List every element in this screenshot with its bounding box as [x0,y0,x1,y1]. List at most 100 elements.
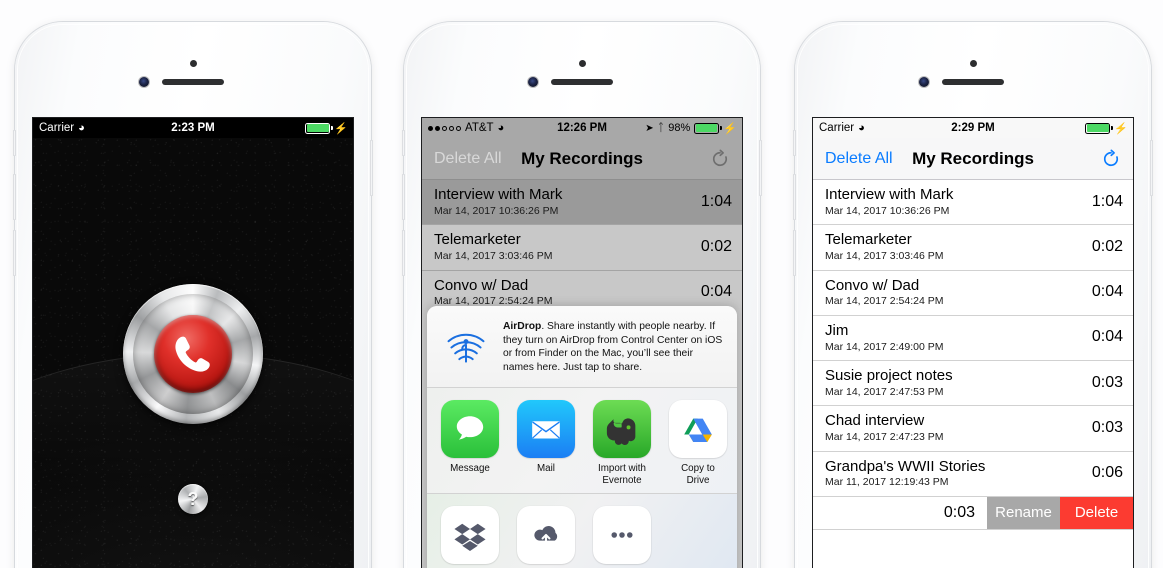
recording-date: Mar 14, 2017 10:36:26 PM [825,204,950,217]
earpiece-speaker [942,79,1004,85]
lightning-bolt-icon: ⚡ [1114,122,1128,135]
imessage-icon [441,400,499,459]
volume-down-button[interactable] [13,230,16,276]
record-screen-background: ? [33,138,353,568]
volume-up-button[interactable] [793,174,796,220]
evernote-icon [593,400,651,459]
delete-button[interactable]: Delete [1060,496,1133,529]
share-apps-row-2[interactable]: Save to Dropbox Add To iCloud Drive [427,493,737,568]
recording-date: Mar 14, 2017 2:54:24 PM [825,295,944,308]
help-button[interactable]: ? [178,484,208,514]
table-row[interactable]: Grandpa's WWII Stories Mar 11, 2017 12:1… [813,450,1133,496]
screen-1-record: Carrier ◕ 2:23 PM ⚡ ? [33,118,353,568]
share-app-more[interactable]: More [593,506,651,568]
battery-icon [305,123,334,134]
help-button-label: ? [187,488,199,509]
recording-date: Mar 14, 2017 2:49:00 PM [825,340,944,353]
refresh-button[interactable] [710,149,730,169]
mute-switch[interactable] [793,130,796,156]
iphone-device-1: Carrier ◕ 2:23 PM ⚡ ? [13,22,373,568]
battery-icon [694,123,723,134]
proximity-sensor-icon [190,60,197,67]
front-camera-icon [919,77,929,87]
volume-up-button[interactable] [402,174,405,220]
recording-title: Grandpa's WWII Stories [825,457,986,475]
statusbar-1: Carrier ◕ 2:23 PM ⚡ [33,118,353,138]
volume-down-button[interactable] [402,230,405,276]
share-app-label: Mail [537,463,555,475]
recording-title: Convo w/ Dad [825,276,920,294]
recordings-list-3[interactable]: Interview with Mark Mar 14, 2017 10:36:2… [813,180,1133,568]
navbar-3: Delete All My Recordings [813,138,1133,180]
lightning-bolt-icon: ⚡ [723,122,737,135]
recording-title: Telemarketer [434,231,521,249]
airdrop-icon [447,333,485,363]
recording-title: Interview with Mark [434,186,563,203]
table-row[interactable]: Telemarketer Mar 14, 2017 3:03:46 PM 0:0… [813,224,1133,269]
recording-duration: 0:06 [1091,464,1123,482]
table-row[interactable]: Chad interview Mar 14, 2017 2:47:23 PM 0… [813,405,1133,450]
recording-title: Chad interview [825,412,925,430]
table-row[interactable]: Convo w/ Dad Mar 14, 2017 2:54:24 PM 0:0… [813,269,1133,315]
recording-title: Interview with Mark [825,186,954,203]
share-app-evernote[interactable]: Import with Evernote [593,400,651,487]
recording-date: Mar 14, 2017 3:03:46 PM [434,249,553,262]
statusbar-2: AT&T ◕ 12:26 PM ➤ ᛏ 98% ⚡ [422,118,742,138]
recording-duration: 0:02 [700,237,732,255]
earpiece-speaker [162,79,224,85]
recording-date: Mar 14, 2017 2:47:23 PM [825,431,944,444]
power-button[interactable] [1150,140,1153,196]
device-top-sensors [795,22,1151,118]
recording-duration: 0:03 [813,496,987,529]
share-app-drive[interactable]: Copy to Drive [669,400,727,487]
delete-all-button[interactable]: Delete All [825,150,893,168]
recording-duration: 1:04 [1091,192,1123,210]
device-top-sensors [15,22,371,118]
recording-date: Mar 14, 2017 2:47:53 PM [825,385,944,398]
mute-switch[interactable] [402,130,405,156]
recording-duration: 0:04 [1091,328,1123,346]
recording-duration: 0:04 [700,283,732,301]
device-top-sensors [404,22,760,118]
iphone-device-3: Carrier ◕ 2:29 PM ⚡ Delete All My Record… [793,22,1153,568]
power-button[interactable] [759,140,762,196]
share-apps-row-1[interactable]: Message Mail Import with Evernote Copy t… [427,388,737,494]
table-row[interactable]: Interview with Mark Mar 14, 2017 10:36:2… [422,180,742,225]
location-arrow-icon: ➤ [645,122,654,134]
power-button[interactable] [370,140,373,196]
table-row[interactable]: Susie project notes Mar 14, 2017 2:47:53… [813,360,1133,405]
battery-percent-2: 98% [668,122,691,134]
share-app-mail[interactable]: Mail [517,400,575,475]
share-app-icloud[interactable]: Add To iCloud Drive [517,506,575,568]
share-app-dropbox[interactable]: Save to Dropbox [441,506,499,568]
volume-up-button[interactable] [13,174,16,220]
airdrop-section[interactable]: AirDrop. Share instantly with people nea… [427,306,737,389]
delete-all-button[interactable]: Delete All [434,150,502,168]
three-iphone-screenshot-composite: Carrier ◕ 2:23 PM ⚡ ? AT&T ◕ 12:26 PM ➤ … [0,0,1163,568]
mute-switch[interactable] [13,130,16,156]
table-row[interactable]: Telemarketer Mar 14, 2017 3:03:46 PM 0:0… [422,224,742,269]
google-drive-icon [669,400,727,459]
recording-title: Telemarketer [825,231,912,249]
rename-button[interactable]: Rename [987,496,1060,529]
recording-title: Jim [825,321,849,339]
swiped-table-row[interactable]: 0:03 Rename Delete [813,495,1133,529]
icloud-upload-icon [517,506,575,565]
table-row[interactable]: Interview with Mark Mar 14, 2017 10:36:2… [813,180,1133,224]
record-call-button[interactable] [123,284,263,424]
front-camera-icon [139,77,149,87]
share-app-message[interactable]: Message [441,400,499,475]
statusbar-3: Carrier ◕ 2:29 PM ⚡ [813,118,1133,138]
iphone-device-2: AT&T ◕ 12:26 PM ➤ ᛏ 98% ⚡ Delete All My … [402,22,762,568]
battery-icon [1085,123,1114,134]
recording-duration: 0:03 [1091,419,1123,437]
recording-title: Convo w/ Dad [434,276,529,294]
recording-date: Mar 14, 2017 10:36:26 PM [434,204,559,217]
airdrop-description: AirDrop. Share instantly with people nea… [503,320,725,374]
table-row[interactable]: Jim Mar 14, 2017 2:49:00 PM 0:04 [813,314,1133,360]
volume-down-button[interactable] [793,230,796,276]
refresh-button[interactable] [1101,149,1121,169]
mail-icon [517,400,575,459]
recording-date: Mar 14, 2017 3:03:46 PM [825,249,944,262]
recording-duration: 0:04 [1091,283,1123,301]
